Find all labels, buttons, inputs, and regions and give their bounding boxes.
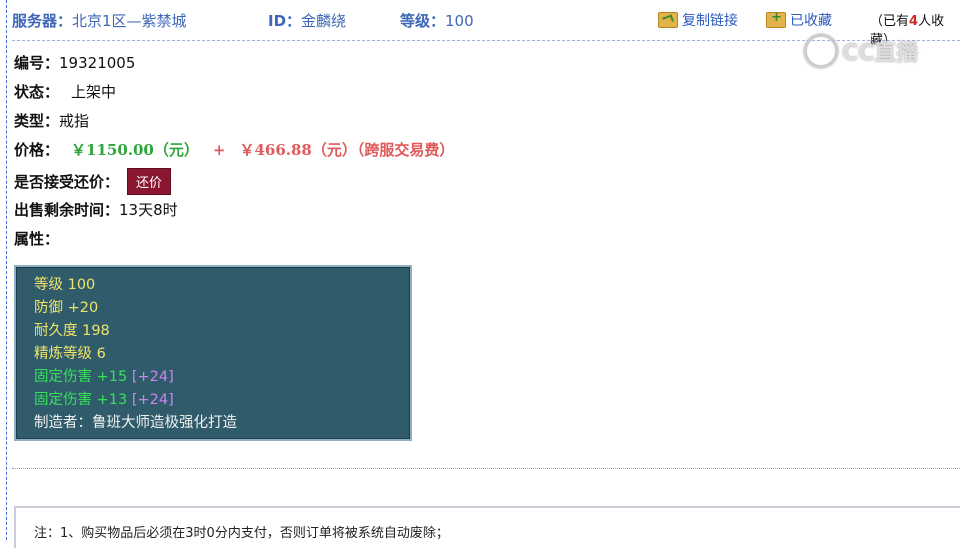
watermark-text: CC直播 <box>842 41 919 66</box>
copy-link-button[interactable]: 复制链接 <box>658 10 738 30</box>
attr-text: 固定伤害 +15 <box>34 369 128 385</box>
price-main: ￥1150.00（元） <box>71 141 199 159</box>
attributes-label: 属性： <box>14 230 60 248</box>
server-info: 服务器：北京1区—紫禁城 <box>12 10 187 31</box>
price-plus: + <box>212 140 226 159</box>
copy-link-icon <box>658 12 678 28</box>
copy-link-label: 复制链接 <box>682 13 738 29</box>
status-value: 上架中 <box>71 83 117 101</box>
id-label: ID： <box>268 12 302 30</box>
page-left-border <box>6 0 7 540</box>
attr-line: 等级 100 <box>34 277 96 293</box>
type-value: 戒指 <box>59 112 90 130</box>
status-row: 状态： 上架中 <box>14 81 116 102</box>
type-row: 类型： 戒指 <box>14 110 89 131</box>
section-divider <box>12 468 960 469</box>
price-fee: ￥466.88（元）（跨服交易费） <box>239 141 455 159</box>
remaining-value: 13天8时 <box>119 201 178 219</box>
attr-line: 制造者：鲁班大师造极强化打造 <box>34 415 237 431</box>
server-label: 服务器： <box>12 12 73 30</box>
attr-extra: [+24] <box>131 392 174 408</box>
favorite-icon <box>766 10 786 28</box>
attr-text: 固定伤害 +13 <box>34 392 128 408</box>
favorited-button[interactable]: 已收藏 <box>766 10 832 30</box>
price-row: 价格： ￥1150.00（元） + ￥466.88（元）（跨服交易费） <box>14 139 454 160</box>
notice-text: 注：1、购买物品后必须在3时0分内支付，否则订单将被系统自动废除； <box>34 526 449 541</box>
attr-line: 固定伤害 +15 [+24] <box>34 366 410 389</box>
number-value: 19321005 <box>59 53 136 72</box>
item-number-row: 编号： 19321005 <box>14 52 135 73</box>
cc-live-watermark: CC直播 <box>804 34 934 68</box>
number-label: 编号： <box>14 54 60 72</box>
attr-line: 精炼等级 6 <box>34 346 106 362</box>
favorited-label: 已收藏 <box>790 13 832 29</box>
fav-prefix: （已有 <box>870 14 910 29</box>
attr-line: 防御 +20 <box>34 300 99 316</box>
attributes-row: 属性： <box>14 228 59 249</box>
attr-extra: [+24] <box>131 369 174 385</box>
level-label: 等级： <box>400 12 446 30</box>
notice-box: 注：1、购买物品后必须在3时0分内支付，否则订单将被系统自动废除； <box>14 506 960 548</box>
bargain-button[interactable]: 还价 <box>127 168 172 195</box>
attribute-panel: 等级 100 防御 +20 耐久度 198 精炼等级 6 固定伤害 +15 [+… <box>14 265 412 441</box>
level-info: 等级：100 <box>400 10 474 31</box>
fav-count-number: 4 <box>909 14 919 29</box>
id-info: ID：金麟绕 <box>268 10 346 31</box>
id-value: 金麟绕 <box>301 12 347 30</box>
bargain-label: 是否接受还价： <box>14 173 120 191</box>
level-value: 100 <box>445 12 474 30</box>
status-label: 状态： <box>14 83 60 101</box>
remaining-label: 出售剩余时间： <box>14 201 120 219</box>
watermark-logo-icon <box>804 34 838 68</box>
remaining-time-row: 出售剩余时间： 13天8时 <box>14 199 178 220</box>
attr-line: 固定伤害 +13 [+24] <box>34 389 410 412</box>
bargain-row: 是否接受还价： 还价 <box>14 168 172 195</box>
type-label: 类型： <box>14 112 60 130</box>
server-value: 北京1区—紫禁城 <box>72 12 187 30</box>
price-label: 价格： <box>14 141 60 159</box>
attr-line: 耐久度 198 <box>34 323 110 339</box>
